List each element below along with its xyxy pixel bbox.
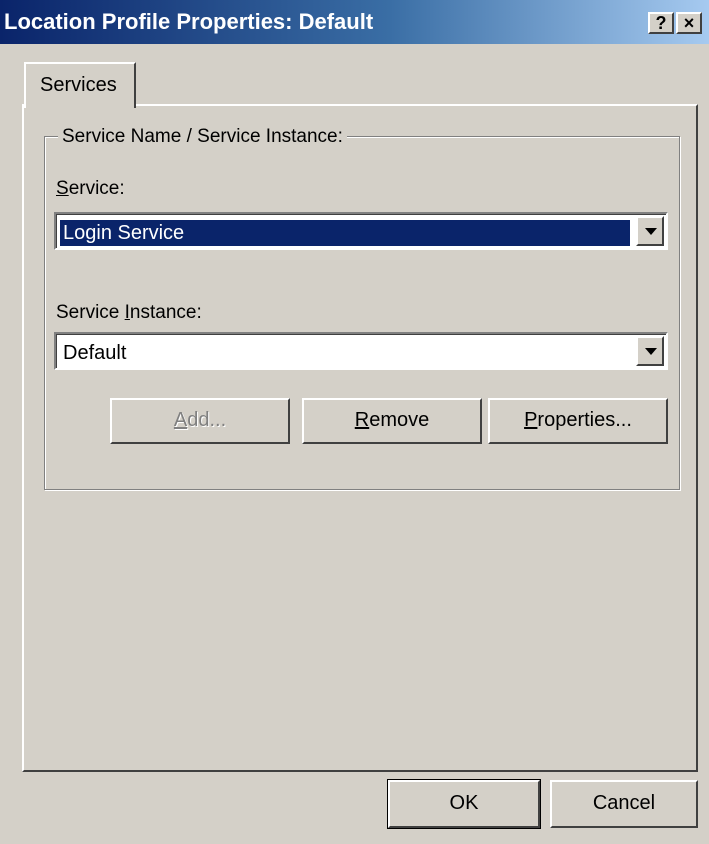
ok-button[interactable]: OK (387, 779, 541, 829)
service-dropdown[interactable]: Login Service (54, 212, 668, 250)
help-button[interactable]: ? (648, 12, 674, 34)
title-bar: Location Profile Properties: Default ? × (0, 0, 709, 44)
tab-services[interactable]: Services (24, 62, 136, 108)
service-dropdown-value: Login Service (60, 220, 630, 246)
properties-button[interactable]: Properties... (488, 398, 668, 444)
remove-button[interactable]: Remove (302, 398, 482, 444)
instance-dropdown[interactable]: Default (54, 332, 668, 370)
cancel-button[interactable]: Cancel (550, 780, 698, 828)
service-dropdown-arrow-icon[interactable] (636, 216, 664, 246)
tab-services-label: Services (40, 74, 117, 96)
close-button[interactable]: × (676, 12, 702, 34)
instance-label: Service Instance: (56, 302, 202, 323)
instance-dropdown-value: Default (63, 342, 127, 364)
window-title: Location Profile Properties: Default (4, 9, 374, 34)
add-button[interactable]: Add... (110, 398, 290, 444)
instance-dropdown-arrow-icon[interactable] (636, 336, 664, 366)
service-label: Service: (56, 178, 125, 199)
group-legend: Service Name / Service Instance: (58, 126, 347, 148)
